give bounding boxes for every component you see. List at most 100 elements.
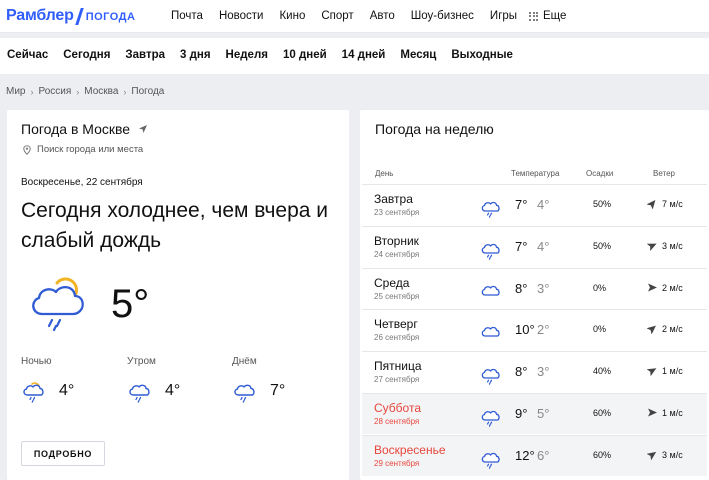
precipitation: 60% [593,449,612,460]
top-nav-sport[interactable]: Спорт [321,10,353,22]
wind-direction-icon [647,243,657,251]
day-part-temp: 7° [270,382,286,399]
day-temperature: 7° [515,238,528,254]
forecast-period-nav: Сейчас Сегодня Завтра 3 дня Неделя 10 дн… [0,38,709,74]
cloud-rain-icon [481,201,500,218]
weekly-forecast-title: Погода на неделю [375,121,494,137]
more-button[interactable]: Еще [529,10,566,22]
night-temperature: 6° [537,447,550,463]
logo-slash [74,7,84,25]
tab-today[interactable]: Сегодня [63,49,110,61]
details-button[interactable]: ПОДРОБНО [21,441,105,466]
location-arrow-icon [139,125,148,133]
forecast-row[interactable]: Пятница 27 сентября 8° 3° 40% 1 м/с [362,351,707,393]
chevron-right-icon: › [123,86,127,97]
cloud-rain-icon [481,452,500,469]
top-nav-showbiz[interactable]: Шоу-бизнес [411,10,474,22]
current-date: Воскресенье, 22 сентября [21,177,143,188]
day-temperature: 8° [515,364,528,380]
wind-speed: 1 м/с [662,408,683,418]
tab-tomorrow[interactable]: Завтра [125,49,165,61]
chevron-right-icon: › [30,86,34,97]
wind-direction-icon [648,408,657,417]
forecast-row[interactable]: Воскресенье 29 сентября 12° 6° 60% 3 м/с [362,434,707,476]
precipitation: 60% [593,408,612,418]
day-date: 24 сентября [374,249,420,259]
wind-direction-icon [647,451,657,460]
day-temperature: 9° [515,406,528,421]
breadcrumb-moscow[interactable]: Москва [84,86,118,97]
wind-speed: 3 м/с [662,449,683,460]
rambler-logo[interactable]: Рамблер погода [6,5,135,27]
day-date: 27 сентября [374,375,420,385]
day-name: Среда [374,275,410,290]
day-date: 25 сентября [374,291,420,301]
day-part-night: Ночью 4° [21,356,74,403]
wind-direction-icon [647,200,656,209]
tab-3-days[interactable]: 3 дня [180,49,211,61]
day-temperature: 8° [515,280,528,296]
wind-speed: 7 м/с [662,199,683,209]
top-nav-kino[interactable]: Кино [279,10,305,22]
day-part-label: Ночью [21,356,52,367]
day-date: 28 сентября [374,417,420,426]
top-bar: Рамблер погода Почта Новости Кино Спорт … [0,0,709,33]
wind-speed: 2 м/с [662,324,683,335]
tab-month[interactable]: Месяц [400,49,436,61]
column-header-wind: Ветер [653,169,675,178]
day-part-temp: 4° [165,382,181,399]
day-name: Суббота [374,401,421,415]
forecast-row[interactable]: Среда 25 сентября 8° 3° 0% 2 м/с [362,267,707,309]
forecast-row[interactable]: Четверг 26 сентября 10° 2° 0% 2 м/с [362,309,707,351]
top-nav-games[interactable]: Игры [490,10,517,22]
day-part-temp: 4° [59,382,75,399]
breadcrumb-world[interactable]: Мир [6,86,25,97]
precipitation: 50% [593,199,612,209]
day-part-label: Днём [232,356,257,367]
precipitation: 50% [593,240,612,251]
wind-direction-icon [647,368,657,377]
tab-10-days[interactable]: 10 дней [283,49,327,61]
day-date: 23 сентября [374,208,420,217]
top-nav-auto[interactable]: Авто [370,10,395,22]
more-label: Еще [543,10,567,22]
tab-14-days[interactable]: 14 дней [342,49,386,61]
cloud-rain-icon [129,384,150,403]
night-temperature: 3° [537,280,550,296]
day-name: Пятница [374,359,422,374]
forecast-row[interactable]: Завтра 23 сентября 7° 4° 50% 7 м/с [362,184,707,225]
precipitation: 0% [593,282,607,293]
day-date: 26 сентября [374,333,420,343]
top-nav-mail[interactable]: Почта [171,10,203,22]
day-temperature: 10° [515,322,535,338]
day-temperature: 12° [515,447,535,463]
breadcrumb: Мир › Россия › Москва › Погода [6,86,164,97]
tab-week[interactable]: Неделя [226,49,268,61]
forecast-row[interactable]: Суббота 28 сентября 9° 5° 60% 1 м/с [362,393,707,434]
tab-now[interactable]: Сейчас [7,49,48,61]
wind-speed: 2 м/с [662,282,683,293]
breadcrumb-weather: Погода [131,86,165,97]
wind-direction-icon [647,325,656,335]
column-header-temperature: Температура [511,169,560,178]
column-header-precip: Осадки [586,169,614,178]
city-search[interactable]: Поиск города или места [23,144,143,155]
city-title[interactable]: Погода в Москве [21,121,148,137]
day-part-label: Утром [127,356,156,367]
cloud-rain-icon [481,369,500,385]
forecast-row[interactable]: Вторник 24 сентября 7° 4° 50% 3 м/с [362,225,707,267]
day-part-morning: Утром 4° [127,356,180,403]
search-input[interactable]: Поиск города или места [37,144,143,155]
day-part-day: Днём 7° [232,356,285,403]
wind-speed: 3 м/с [662,240,683,251]
tab-weekend[interactable]: Выходные [451,49,513,61]
location-pin-icon [23,144,31,155]
day-date: 29 сентября [374,458,420,468]
night-temperature: 5° [537,406,550,421]
cloud-rain-icon [481,410,500,427]
precipitation: 40% [593,366,612,377]
city-title-text: Погода в Москве [21,121,131,137]
logo-brand: Рамблер [6,7,74,24]
breadcrumb-russia[interactable]: Россия [38,86,71,97]
top-nav-news[interactable]: Новости [219,10,264,22]
